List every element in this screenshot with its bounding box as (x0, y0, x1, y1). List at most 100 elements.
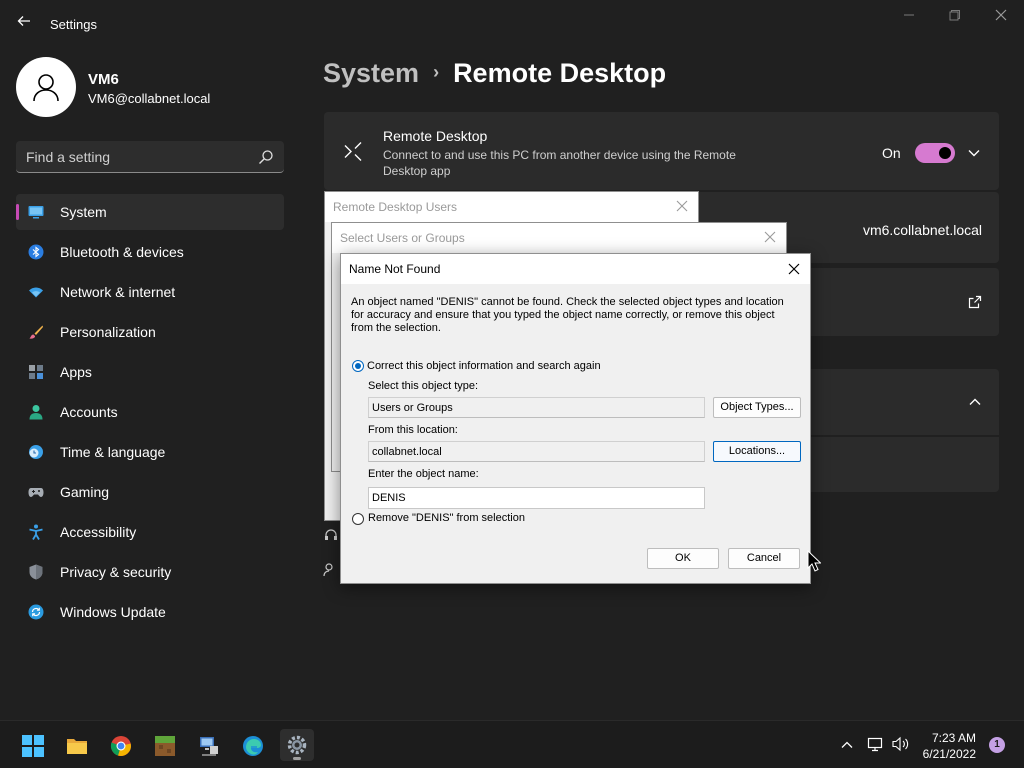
toggle-state-label: On (882, 145, 901, 161)
sidebar-item-label: Privacy & security (60, 564, 172, 580)
sidebar-item-network[interactable]: Network & internet (16, 274, 284, 310)
clock-time: 7:23 AM (931, 731, 976, 745)
breadcrumb-parent[interactable]: System (323, 58, 419, 88)
sidebar-item-label: Accounts (60, 404, 118, 420)
gamepad-icon (28, 488, 44, 497)
back-arrow-icon (17, 16, 30, 26)
sidebar-item-windows-update[interactable]: Windows Update (16, 594, 284, 630)
dialog-titlebar: Remote Desktop Users (325, 192, 698, 222)
sidebar-item-time-language[interactable]: Time & language (16, 434, 284, 470)
network-computer-icon (200, 737, 218, 756)
dialog-title: Remote Desktop Users (333, 200, 458, 214)
sidebar-item-apps[interactable]: Apps (16, 354, 284, 390)
sidebar-item-label: Time & language (60, 444, 166, 460)
user-email: VM6@collabnet.local (88, 91, 211, 106)
close-icon (995, 9, 1007, 21)
clock[interactable]: 7:23 AM 6/21/2022 (923, 730, 976, 762)
remove-object-radio[interactable] (352, 513, 364, 525)
help-icon[interactable] (323, 527, 339, 543)
minimize-icon (904, 14, 914, 16)
close-icon[interactable] (674, 198, 690, 214)
sidebar-item-label: Network & internet (60, 284, 176, 300)
update-icon (28, 604, 44, 620)
sidebar-item-system[interactable]: System (16, 194, 284, 230)
search-box[interactable] (16, 141, 284, 173)
network-icon[interactable] (867, 736, 883, 752)
sidebar-item-label: Gaming (60, 484, 110, 500)
correct-object-label: Correct this object information and sear… (367, 360, 601, 372)
sidebar-item-accessibility[interactable]: Accessibility (16, 514, 284, 550)
apps-icon (29, 365, 43, 379)
wifi-icon (29, 287, 43, 298)
search-input[interactable] (26, 141, 246, 172)
remote-desktop-card[interactable]: Remote Desktop Connect to and use this P… (324, 112, 999, 190)
feedback-icon[interactable] (323, 562, 339, 578)
accounts-icon (29, 405, 43, 420)
cancel-button[interactable]: Cancel (728, 548, 800, 569)
sidebar-item-personalization[interactable]: Personalization (16, 314, 284, 350)
taskbar-minecraft[interactable] (147, 729, 181, 761)
back-button[interactable] (14, 14, 34, 34)
bluetooth-icon (28, 244, 44, 260)
sidebar-item-bluetooth[interactable]: Bluetooth & devices (16, 234, 284, 270)
remote-desktop-title: Remote Desktop (383, 128, 488, 144)
toggle-knob (939, 147, 951, 159)
dialog-titlebar: Select Users or Groups (332, 223, 786, 253)
edge-icon (243, 736, 263, 756)
settings-icon (287, 735, 307, 755)
error-message: An object named "DENIS" cannot be found.… (351, 296, 784, 334)
title-bar: Settings (0, 0, 1024, 48)
page-title: Remote Desktop (453, 58, 667, 88)
user-name: VM6 (88, 71, 119, 88)
user-icon (33, 74, 59, 102)
dialog-title: Select Users or Groups (340, 231, 465, 245)
taskbar: 7:23 AM 6/21/2022 1 (0, 720, 1024, 768)
object-types-button[interactable]: Object Types... (713, 397, 801, 418)
object-name-label: Enter the object name: (368, 468, 479, 480)
close-icon[interactable] (786, 261, 802, 277)
close-icon[interactable] (762, 229, 778, 245)
notification-badge[interactable]: 1 (989, 737, 1005, 753)
chevron-up-icon[interactable] (841, 739, 853, 751)
remote-desktop-icon (344, 142, 362, 161)
search-icon (259, 150, 273, 164)
remove-object-label: Remove "DENIS" from selection (368, 512, 525, 524)
chevron-down-icon[interactable] (967, 146, 981, 160)
sidebar-item-privacy[interactable]: Privacy & security (16, 554, 284, 590)
correct-object-radio[interactable] (352, 360, 364, 372)
remote-desktop-description: Connect to and use this PC from another … (383, 148, 736, 178)
sidebar-item-label: Windows Update (60, 604, 166, 620)
accessibility-icon (29, 524, 43, 540)
system-icon (28, 206, 44, 219)
sidebar-item-label: Personalization (60, 324, 156, 340)
ok-button[interactable]: OK (647, 548, 719, 569)
avatar[interactable] (16, 57, 76, 117)
sidebar-item-label: Accessibility (60, 524, 137, 540)
close-button[interactable] (986, 8, 1016, 28)
object-name-input[interactable]: DENIS (368, 487, 705, 509)
sidebar-item-accounts[interactable]: Accounts (16, 394, 284, 430)
taskbar-edge[interactable] (235, 729, 269, 761)
file-explorer-icon (67, 739, 87, 754)
locations-button[interactable]: Locations... (713, 441, 801, 462)
volume-icon[interactable] (892, 736, 910, 752)
start-icon (22, 735, 44, 757)
start-button[interactable] (15, 729, 49, 761)
taskbar-remote-desktop[interactable] (191, 729, 225, 761)
pc-name-value: vm6.collabnet.local (862, 222, 982, 238)
sidebar-item-label: Apps (60, 364, 92, 380)
brush-icon (29, 325, 43, 339)
name-not-found-dialog: Name Not Found An object named "DENIS" c… (340, 253, 811, 584)
remote-desktop-toggle[interactable] (915, 143, 955, 163)
maximize-button[interactable] (940, 8, 970, 28)
sidebar-nav: System Bluetooth & devices Network & int… (16, 194, 284, 634)
chevron-up-icon[interactable] (968, 395, 982, 409)
taskbar-file-explorer[interactable] (59, 729, 93, 761)
sidebar-item-gaming[interactable]: Gaming (16, 474, 284, 510)
maximize-icon (949, 10, 960, 21)
location-field: collabnet.local (368, 441, 705, 462)
minimize-button[interactable] (894, 8, 924, 28)
taskbar-settings[interactable] (280, 729, 314, 761)
taskbar-chrome[interactable] (103, 729, 137, 761)
breadcrumb: System › Remote Desktop (323, 58, 666, 89)
